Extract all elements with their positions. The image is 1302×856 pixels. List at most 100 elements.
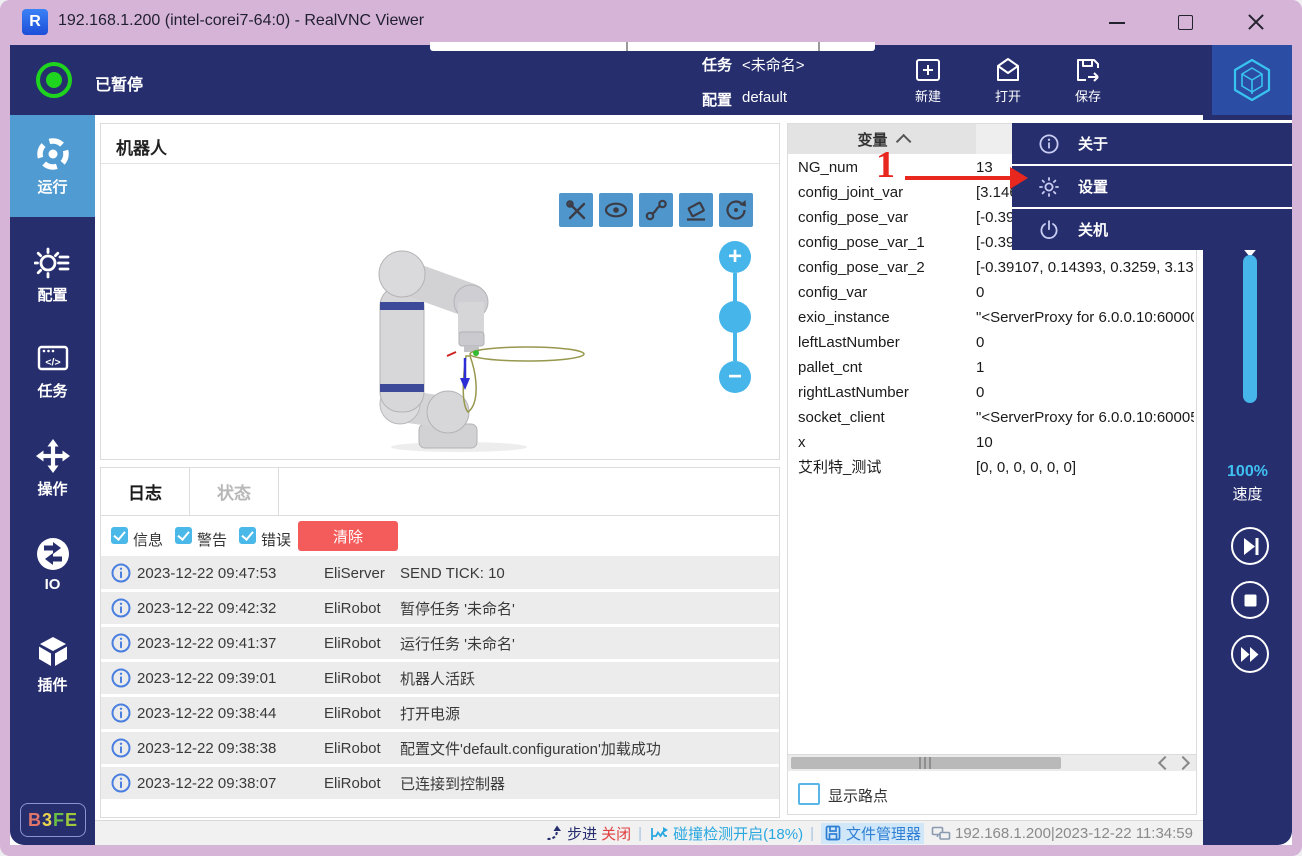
step-arrow-icon [545,825,563,842]
network-icon [931,825,951,842]
maximize-button[interactable] [1162,0,1208,45]
variable-row[interactable]: x10 [788,430,1196,455]
collapse-chevron-icon [895,133,911,149]
reset-view-icon [723,197,749,223]
fast-forward-button[interactable] [1231,635,1269,673]
eye-icon [603,197,629,223]
sidebar-item-jog[interactable]: 操作 [10,437,95,499]
system-menu-button[interactable] [1212,45,1292,115]
show-waypoints-row: 显示路点 [788,772,1196,814]
maximize-icon [1178,15,1193,30]
brand-badge: B3FE [20,803,86,837]
elite-robot-logo-icon [1228,56,1276,104]
step-run-button[interactable] [1231,527,1269,565]
info-icon [111,668,131,688]
code-window-icon: </> [34,339,72,377]
sidebar-item-io[interactable]: IO [10,535,95,593]
target-run-icon [34,135,72,173]
robot-panel-title: 机器人 [116,134,167,159]
sidebar-item-run[interactable]: 运行 [10,115,95,217]
log-filter-row: 信息 警告 错误 清除 [101,516,779,557]
filter-info-label: 信息 [133,529,163,550]
stop-button[interactable] [1231,581,1269,619]
new-task-button[interactable]: 新建 [896,53,960,111]
minimize-button[interactable] [1094,0,1140,45]
step-mode-toggle[interactable]: 步进 关闭 [545,823,631,844]
close-button[interactable] [1233,0,1279,45]
config-label: 配置 [702,89,732,110]
log-panel: 日志 状态 信息 警告 错误 清除 2023-12-22 09:47:53 El… [100,467,780,818]
scrollbar-thumb[interactable] [791,757,1061,769]
filter-error-label: 错误 [261,529,291,550]
horizontal-scrollbar[interactable] [788,754,1196,771]
view-toolbar [559,193,753,227]
eraser-icon [683,197,709,223]
show-waypoints-checkbox[interactable] [798,783,820,805]
realvnc-logo-icon: R [22,9,48,35]
svg-text:</>: </> [45,357,60,369]
cube-plugin-icon [34,633,72,671]
variable-row[interactable]: socket_client"<ServerProxy for 6.0.0.10:… [788,405,1196,430]
vnc-toolbar-strip[interactable] [430,42,875,51]
variable-row[interactable]: exio_instance"<ServerProxy for 6.0.0.10:… [788,305,1196,330]
sidebar-item-plugin[interactable]: 插件 [10,633,95,695]
save-task-button[interactable]: 保存 [1056,53,1120,111]
clear-log-button[interactable]: 清除 [298,521,398,551]
robot-3d-viewport[interactable] [364,244,594,459]
file-manager-button[interactable]: 文件管理器 [821,823,924,844]
open-file-icon [993,55,1023,85]
scroll-left-icon[interactable] [1158,756,1172,770]
robot-arm-illustration [364,244,594,454]
filter-warning-checkbox[interactable] [175,527,192,544]
menu-item-shutdown[interactable]: 关机 [1012,209,1292,250]
info-icon [111,773,131,793]
annotation-arrow [905,176,1011,180]
config-value: default [742,89,787,106]
log-entry: 2023-12-22 09:47:53 EliServer SEND TICK:… [101,557,779,589]
sidebar-item-config[interactable]: 配置 [10,243,95,305]
zoom-slider-thumb[interactable] [719,301,751,333]
remote-desktop: 已暂停 任务 <未命名> 配置 default 新建 打开 保存 [10,45,1292,845]
eraser-button[interactable] [679,193,713,227]
io-arrows-icon [34,535,72,573]
collision-detection-status[interactable]: 碰撞检测开启(18%) [649,823,803,844]
variable-row[interactable]: leftLastNumber0 [788,330,1196,355]
menu-item-settings[interactable]: 设置 [1012,166,1292,207]
visibility-button[interactable] [599,193,633,227]
log-entry: 2023-12-22 09:39:01 EliRobot 机器人活跃 [101,662,779,694]
tools-button[interactable] [559,193,593,227]
sidebar-nav: 运行 配置 </> 任务 操作 IO 插件 B3 [10,115,95,845]
new-file-icon [913,55,943,85]
speed-label: 速度 [1203,483,1292,504]
annotation-arrowhead [1010,167,1028,189]
speed-percent: 100% [1203,463,1292,481]
variable-row[interactable]: 艾利特_测试[0, 0, 0, 0, 0, 0] [788,455,1196,480]
tab-log[interactable]: 日志 [101,468,190,515]
open-task-button[interactable]: 打开 [976,53,1040,111]
filter-error-checkbox[interactable] [239,527,256,544]
separator: | [810,825,814,842]
speed-slider[interactable] [1243,255,1257,403]
sidebar-item-task[interactable]: </> 任务 [10,339,95,401]
variable-row[interactable]: rightLastNumber0 [788,380,1196,405]
filter-info-checkbox[interactable] [111,527,128,544]
variable-row[interactable]: config_pose_var_2[-0.39107, 0.14393, 0.3… [788,255,1196,280]
variable-row[interactable]: pallet_cnt1 [788,355,1196,380]
scroll-right-icon[interactable] [1176,756,1190,770]
trajectory-button[interactable] [639,193,673,227]
gear-list-icon [34,243,72,281]
app-top-bar: 已暂停 任务 <未命名> 配置 default 新建 打开 保存 [10,45,1292,115]
log-entry: 2023-12-22 09:42:32 EliRobot 暂停任务 '未命名' [101,592,779,624]
window-title: 192.168.1.200 (intel-corei7-64:0) - Real… [58,12,424,30]
zoom-out-button[interactable]: − [719,361,751,393]
zoom-in-button[interactable]: + [719,241,751,273]
vnc-viewer-window: R 192.168.1.200 (intel-corei7-64:0) - Re… [0,0,1302,856]
log-entry: 2023-12-22 09:38:07 EliRobot 已连接到控制器 [101,767,779,799]
system-dropdown-menu: 关于 设置 关机 [1012,120,1292,250]
reset-view-button[interactable] [719,193,753,227]
tab-status[interactable]: 状态 [190,468,279,515]
menu-item-about[interactable]: 关于 [1012,123,1292,164]
log-tab-row: 日志 状态 [101,468,779,516]
skip-next-icon [1234,530,1267,563]
variable-row[interactable]: config_var0 [788,280,1196,305]
